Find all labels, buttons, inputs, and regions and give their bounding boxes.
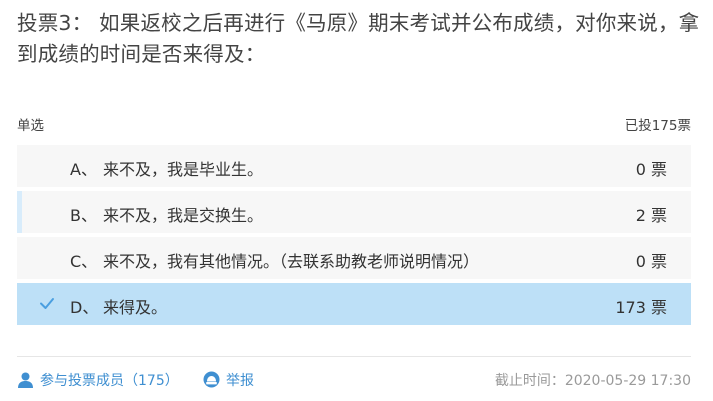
poll-option-b[interactable]: B、 来不及，我是交换生。 2 票 bbox=[17, 191, 691, 233]
option-letter: A、 bbox=[70, 160, 97, 179]
option-marker bbox=[17, 237, 22, 279]
deadline-text: 截止时间：2020-05-29 17:30 bbox=[494, 373, 691, 389]
option-text: 来得及。 bbox=[103, 298, 168, 317]
poll-option-c[interactable]: C、 来不及，我有其他情况。（去联系助教老师说明情况） 0 票 bbox=[17, 237, 691, 279]
option-text: 来不及，我有其他情况。（去联系助教老师说明情况） bbox=[103, 252, 480, 271]
option-marker bbox=[17, 191, 22, 233]
option-letter: D、 bbox=[70, 298, 99, 317]
option-letter: B、 bbox=[70, 206, 97, 225]
poll-options: A、 来不及，我是毕业生。 0 票 B、 来不及，我是交换生。 2 票 C、 来… bbox=[17, 145, 691, 329]
option-letter: C、 bbox=[70, 252, 98, 271]
poll-meta: 单选 已投175票 bbox=[17, 114, 691, 134]
option-vote-count: 0 票 bbox=[635, 252, 667, 271]
option-text: 来不及，我是交换生。 bbox=[103, 206, 264, 225]
members-link[interactable]: 参与投票成员（175） bbox=[17, 370, 179, 390]
poll-option-d[interactable]: D、 来得及。 173 票 bbox=[17, 283, 691, 325]
report-link-label: 举报 bbox=[226, 373, 254, 389]
check-icon bbox=[40, 298, 54, 309]
alert-icon bbox=[203, 371, 220, 388]
option-vote-count: 2 票 bbox=[635, 206, 667, 225]
option-vote-count: 173 票 bbox=[615, 298, 667, 317]
option-text: 来不及，我是毕业生。 bbox=[103, 160, 264, 179]
poll-footer: 参与投票成员（175） 举报 截止时间：2020-05-29 17:30 bbox=[17, 370, 691, 392]
user-icon bbox=[18, 372, 33, 388]
poll-type-label: 单选 bbox=[17, 118, 44, 134]
footer-divider bbox=[17, 356, 691, 357]
option-marker bbox=[17, 145, 22, 187]
poll-question: 投票3： 如果返校之后再进行《马原》期末考试并公布成绩，对你来说，拿到成绩的时间… bbox=[17, 11, 700, 66]
vote-count-summary: 已投175票 bbox=[624, 118, 691, 134]
option-vote-count: 0 票 bbox=[635, 160, 667, 179]
poll-option-a[interactable]: A、 来不及，我是毕业生。 0 票 bbox=[17, 145, 691, 187]
report-link[interactable]: 举报 bbox=[203, 370, 254, 390]
members-link-label: 参与投票成员（175） bbox=[40, 373, 179, 389]
